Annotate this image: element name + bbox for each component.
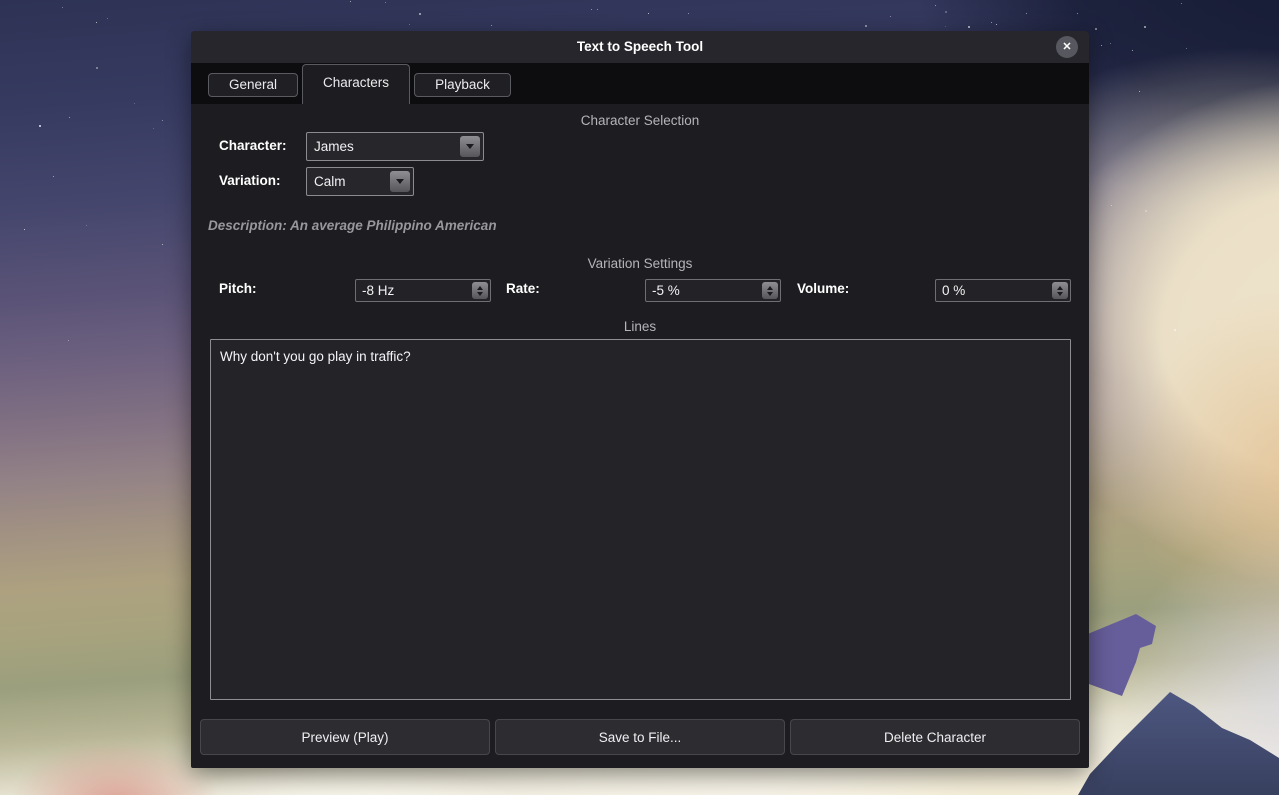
character-dropdown[interactable]: James bbox=[306, 132, 484, 161]
pitch-input[interactable] bbox=[362, 280, 457, 301]
rate-input[interactable] bbox=[652, 280, 747, 301]
character-dropdown-value: James bbox=[314, 133, 354, 160]
lines-textarea[interactable]: Why don't you go play in traffic? bbox=[210, 339, 1071, 700]
button-row: Preview (Play) Save to File... Delete Ch… bbox=[200, 719, 1080, 755]
tab-playback[interactable]: Playback bbox=[414, 73, 511, 97]
section-character-selection: Character Selection bbox=[191, 113, 1089, 128]
character-label: Character: bbox=[219, 138, 287, 153]
volume-input[interactable] bbox=[942, 280, 1037, 301]
window-title: Text to Speech Tool bbox=[191, 31, 1089, 63]
character-description: Description: An average Philippino Ameri… bbox=[208, 218, 497, 233]
chevron-down-icon bbox=[390, 171, 410, 192]
titlebar[interactable]: Text to Speech Tool ✕ bbox=[191, 31, 1089, 63]
characters-tab-panel: Character Selection Character: James Var… bbox=[191, 104, 1089, 768]
preview-play-button[interactable]: Preview (Play) bbox=[200, 719, 490, 755]
spinner-arrows-icon[interactable] bbox=[762, 282, 778, 299]
pitch-spinbox bbox=[355, 279, 491, 302]
tts-dialog: Text to Speech Tool ✕ General Characters… bbox=[191, 31, 1089, 768]
tab-general[interactable]: General bbox=[208, 73, 298, 97]
delete-character-button[interactable]: Delete Character bbox=[790, 719, 1080, 755]
rate-spinbox bbox=[645, 279, 781, 302]
close-button[interactable]: ✕ bbox=[1056, 36, 1078, 58]
tab-bar: General Characters Playback bbox=[191, 63, 1089, 104]
volume-label: Volume: bbox=[797, 281, 849, 296]
chevron-down-icon bbox=[460, 136, 480, 157]
variation-dropdown-value: Calm bbox=[314, 168, 346, 195]
spinner-arrows-icon[interactable] bbox=[472, 282, 488, 299]
save-to-file-button[interactable]: Save to File... bbox=[495, 719, 785, 755]
variation-label: Variation: bbox=[219, 173, 281, 188]
pitch-label: Pitch: bbox=[219, 281, 257, 296]
tab-characters[interactable]: Characters bbox=[302, 64, 410, 104]
close-icon: ✕ bbox=[1062, 41, 1071, 53]
volume-spinbox bbox=[935, 279, 1071, 302]
wallpaper-mountain-shape bbox=[1078, 678, 1279, 795]
section-variation-settings: Variation Settings bbox=[191, 256, 1089, 271]
spinner-arrows-icon[interactable] bbox=[1052, 282, 1068, 299]
rate-label: Rate: bbox=[506, 281, 540, 296]
section-lines: Lines bbox=[191, 319, 1089, 334]
variation-dropdown[interactable]: Calm bbox=[306, 167, 414, 196]
